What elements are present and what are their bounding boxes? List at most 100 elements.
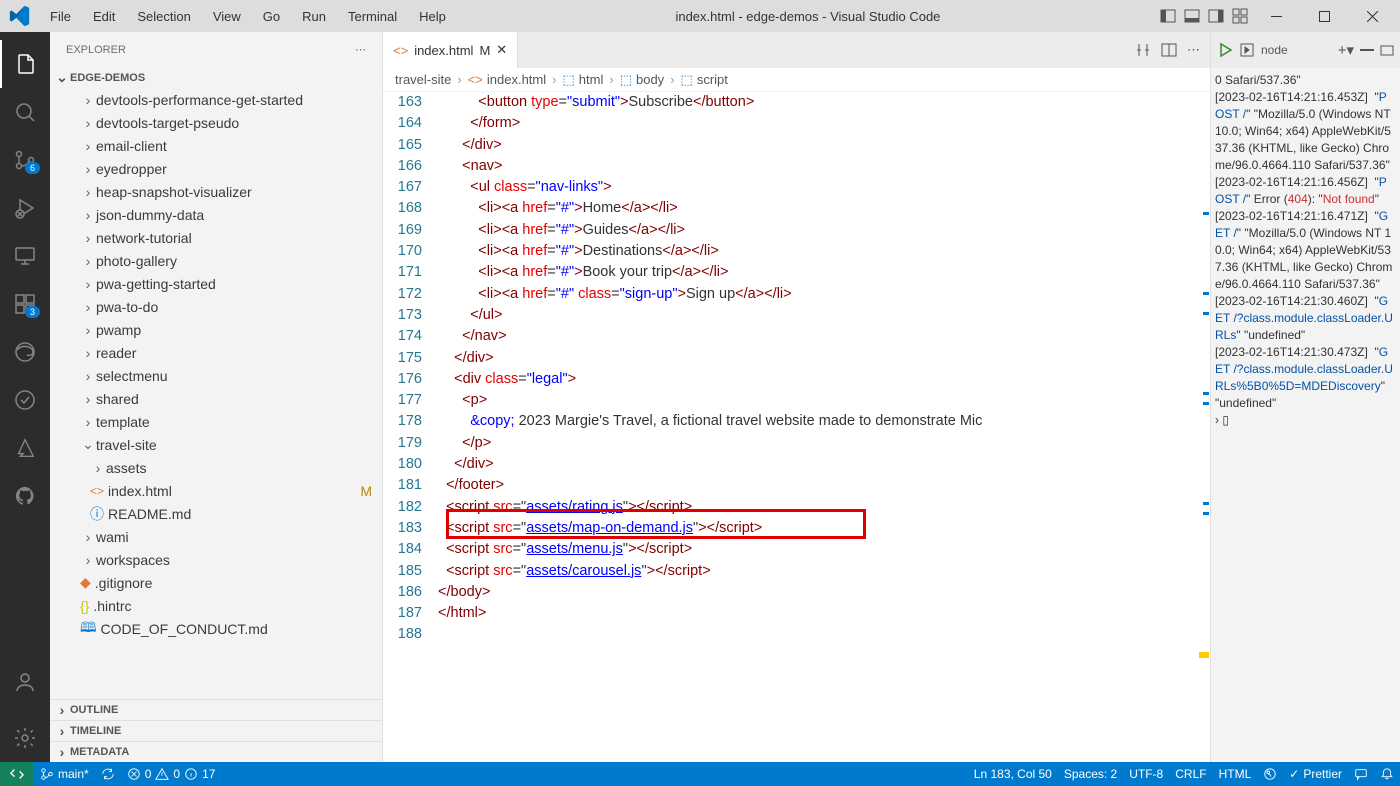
tree-item-selectmenu[interactable]: ›selectmenu xyxy=(50,364,382,387)
debug-start-icon[interactable] xyxy=(1217,42,1233,58)
tree-item-json-dummy-data[interactable]: ›json-dummy-data xyxy=(50,203,382,226)
tree-item-code-of-conduct-md[interactable]: 🕮CODE_OF_CONDUCT.md xyxy=(50,617,382,640)
vscode-logo xyxy=(8,5,30,27)
tree-item-assets[interactable]: ›assets xyxy=(50,456,382,479)
html-file-icon: <> xyxy=(393,43,408,58)
tree-item-heap-snapshot-visualizer[interactable]: ›heap-snapshot-visualizer xyxy=(50,180,382,203)
activity-azure[interactable] xyxy=(0,424,50,472)
minimize-button[interactable] xyxy=(1256,1,1296,31)
layout-toggle-bottom-icon[interactable] xyxy=(1184,8,1200,24)
maximize-button[interactable] xyxy=(1304,1,1344,31)
tree-item-workspaces[interactable]: ›workspaces xyxy=(50,548,382,571)
sidebar-title: EXPLORER xyxy=(66,44,126,56)
explorer-sidebar: EXPLORER ⋯ ⌄EDGE-DEMOS ›devtools-perform… xyxy=(50,32,383,762)
bc-file: <>index.html xyxy=(468,72,546,87)
menu-run[interactable]: Run xyxy=(292,5,336,28)
close-button[interactable] xyxy=(1352,1,1392,31)
bc-html: ⬚html xyxy=(562,72,603,88)
layout-toggle-right-icon[interactable] xyxy=(1208,8,1224,24)
tree-item-index-html[interactable]: <>index.htmlM xyxy=(50,479,382,502)
bc-script: ⬚script xyxy=(681,72,728,88)
close-tab-icon[interactable]: ✕ xyxy=(496,42,507,58)
more-actions-icon[interactable]: ⋯ xyxy=(1187,42,1200,58)
feedback-icon[interactable] xyxy=(1348,767,1374,781)
menu-go[interactable]: Go xyxy=(253,5,290,28)
layout-customize-icon[interactable] xyxy=(1232,8,1248,24)
tab-index-html[interactable]: <> index.html M ✕ xyxy=(383,32,518,68)
split-editor-icon[interactable] xyxy=(1161,42,1177,58)
tree-item-devtools-target-pseudo[interactable]: ›devtools-target-pseudo xyxy=(50,111,382,134)
debug-add-icon[interactable]: +▾ xyxy=(1338,41,1354,59)
activity-search[interactable] xyxy=(0,88,50,136)
tree-item-shared[interactable]: ›shared xyxy=(50,387,382,410)
prettier-status[interactable]: ✓ Prettier xyxy=(1283,767,1348,781)
layout-toggle-left-icon[interactable] xyxy=(1160,8,1176,24)
language-mode[interactable]: HTML xyxy=(1213,767,1258,781)
tree-item-reader[interactable]: ›reader xyxy=(50,341,382,364)
tree-item-readme-md[interactable]: ⓘREADME.md xyxy=(50,502,382,525)
activity-testing[interactable] xyxy=(0,376,50,424)
tree-item-pwa-to-do[interactable]: ›pwa-to-do xyxy=(50,295,382,318)
menu-selection[interactable]: Selection xyxy=(127,5,200,28)
scm-branch[interactable]: main* xyxy=(34,767,95,781)
tree-item-template[interactable]: ›template xyxy=(50,410,382,433)
cursor-position[interactable]: Ln 183, Col 50 xyxy=(968,767,1058,781)
problems-button[interactable]: 0 0 17 xyxy=(121,767,222,781)
remote-button[interactable] xyxy=(0,762,34,786)
sync-button[interactable] xyxy=(95,767,121,781)
tree-item-email-client[interactable]: ›email-client xyxy=(50,134,382,157)
tree-item-pwa-getting-started[interactable]: ›pwa-getting-started xyxy=(50,272,382,295)
tree-item-pwamp[interactable]: ›pwamp xyxy=(50,318,382,341)
code-content[interactable]: <button type="submit">Subscribe</button>… xyxy=(438,92,1200,762)
line-number-gutter: 1631641651661671681691701711721731741751… xyxy=(383,92,438,762)
tree-item--hintrc[interactable]: {}.hintrc xyxy=(50,594,382,617)
panel-minimize-icon[interactable] xyxy=(1360,43,1374,57)
activity-edge[interactable] xyxy=(0,328,50,376)
panel-close-icon[interactable] xyxy=(1380,43,1394,57)
debug-output[interactable]: 0 Safari/537.36" [2023-02-16T14:21:16.45… xyxy=(1211,68,1400,762)
activity-extensions[interactable]: 3 xyxy=(0,280,50,328)
encoding[interactable]: UTF-8 xyxy=(1123,767,1169,781)
metadata-section[interactable]: ›METADATA xyxy=(50,741,382,762)
tree-item-wami[interactable]: ›wami xyxy=(50,525,382,548)
activity-github[interactable] xyxy=(0,472,50,520)
window-title: index.html - edge-demos - Visual Studio … xyxy=(456,9,1160,24)
menu-terminal[interactable]: Terminal xyxy=(338,5,407,28)
activity-debug[interactable] xyxy=(0,184,50,232)
live-share[interactable] xyxy=(1257,767,1283,781)
tab-label: index.html xyxy=(414,43,473,58)
menu-file[interactable]: File xyxy=(40,5,81,28)
indent-setting[interactable]: Spaces: 2 xyxy=(1058,767,1123,781)
menu-help[interactable]: Help xyxy=(409,5,456,28)
activity-explorer[interactable] xyxy=(0,40,50,88)
bc-folder: travel-site xyxy=(395,72,451,87)
activity-account[interactable] xyxy=(0,658,50,706)
debug-console: node +▾ 0 Safari/537.36" [2023-02-16T14:… xyxy=(1210,32,1400,762)
breadcrumbs[interactable]: travel-site› <>index.html› ⬚html› ⬚body›… xyxy=(383,68,1210,92)
overview-ruler[interactable] xyxy=(1200,92,1210,762)
bc-body: ⬚body xyxy=(620,72,665,88)
activity-bar: 6 3 xyxy=(0,32,50,762)
folder-root[interactable]: ⌄EDGE-DEMOS xyxy=(50,67,382,88)
outline-section[interactable]: ›OUTLINE xyxy=(50,699,382,720)
menu-edit[interactable]: Edit xyxy=(83,5,125,28)
debug-launch-config[interactable]: node xyxy=(1261,43,1288,57)
more-icon[interactable]: ⋯ xyxy=(355,43,366,56)
activity-settings[interactable] xyxy=(0,714,50,762)
tree-item-photo-gallery[interactable]: ›photo-gallery xyxy=(50,249,382,272)
tree-item-eyedropper[interactable]: ›eyedropper xyxy=(50,157,382,180)
status-bar: main* 0 0 17 Ln 183, Col 50 Spaces: 2 UT… xyxy=(0,762,1400,786)
tree-item-devtools-performance-get-started[interactable]: ›devtools-performance-get-started xyxy=(50,88,382,111)
tree-item-travel-site[interactable]: ⌄travel-site xyxy=(50,433,382,456)
debug-config-icon[interactable] xyxy=(1239,42,1255,58)
menu-view[interactable]: View xyxy=(203,5,251,28)
activity-remote-explorer[interactable] xyxy=(0,232,50,280)
notifications-icon[interactable] xyxy=(1374,767,1400,781)
activity-scm[interactable]: 6 xyxy=(0,136,50,184)
timeline-section[interactable]: ›TIMELINE xyxy=(50,720,382,741)
eol[interactable]: CRLF xyxy=(1169,767,1212,781)
tree-item--gitignore[interactable]: ◆.gitignore xyxy=(50,571,382,594)
compare-icon[interactable] xyxy=(1135,42,1151,58)
tree-item-network-tutorial[interactable]: ›network-tutorial xyxy=(50,226,382,249)
menu-bar: File Edit Selection View Go Run Terminal… xyxy=(40,5,456,28)
